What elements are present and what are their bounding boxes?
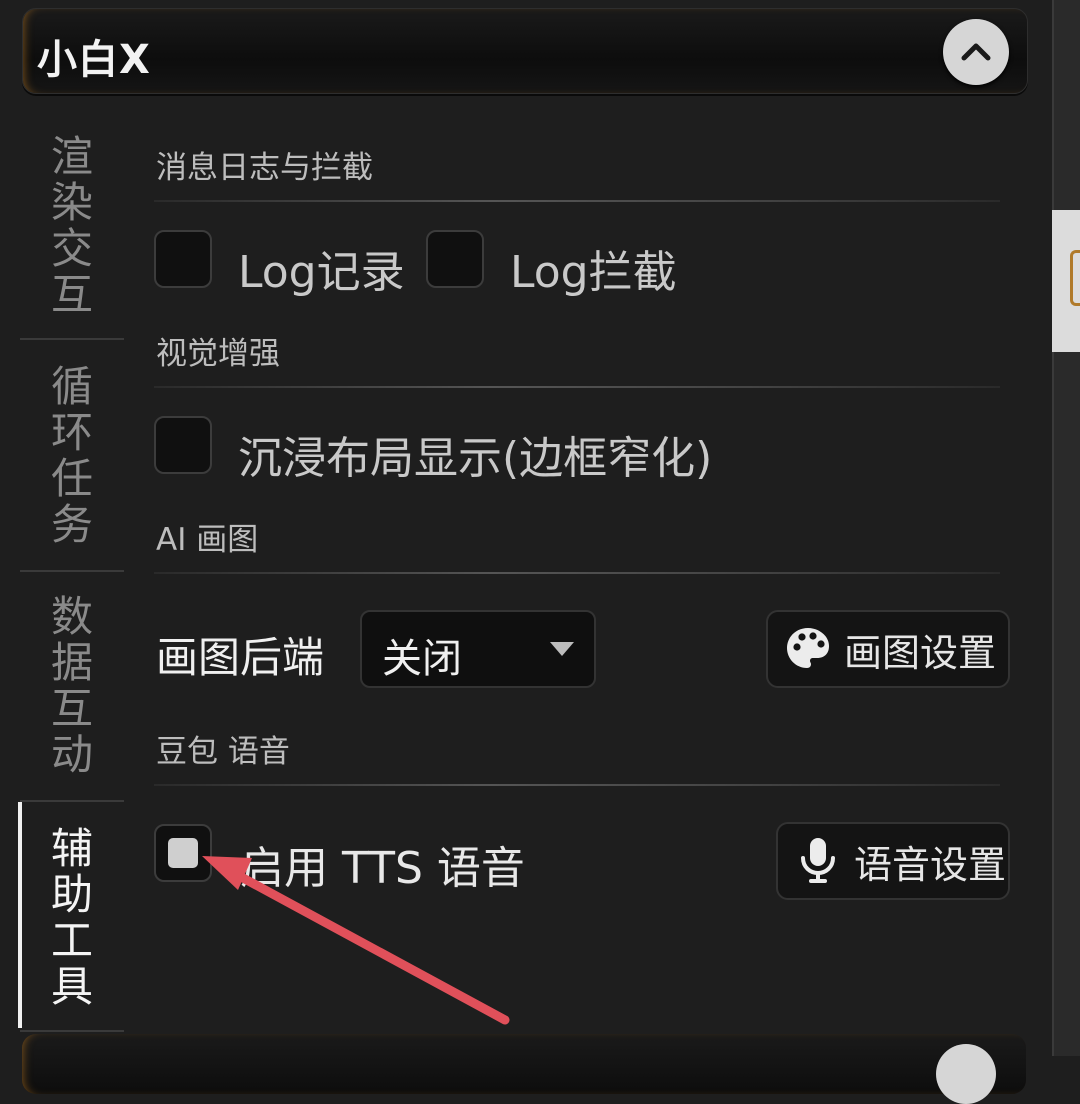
annotation-arrow — [202, 856, 510, 1025]
